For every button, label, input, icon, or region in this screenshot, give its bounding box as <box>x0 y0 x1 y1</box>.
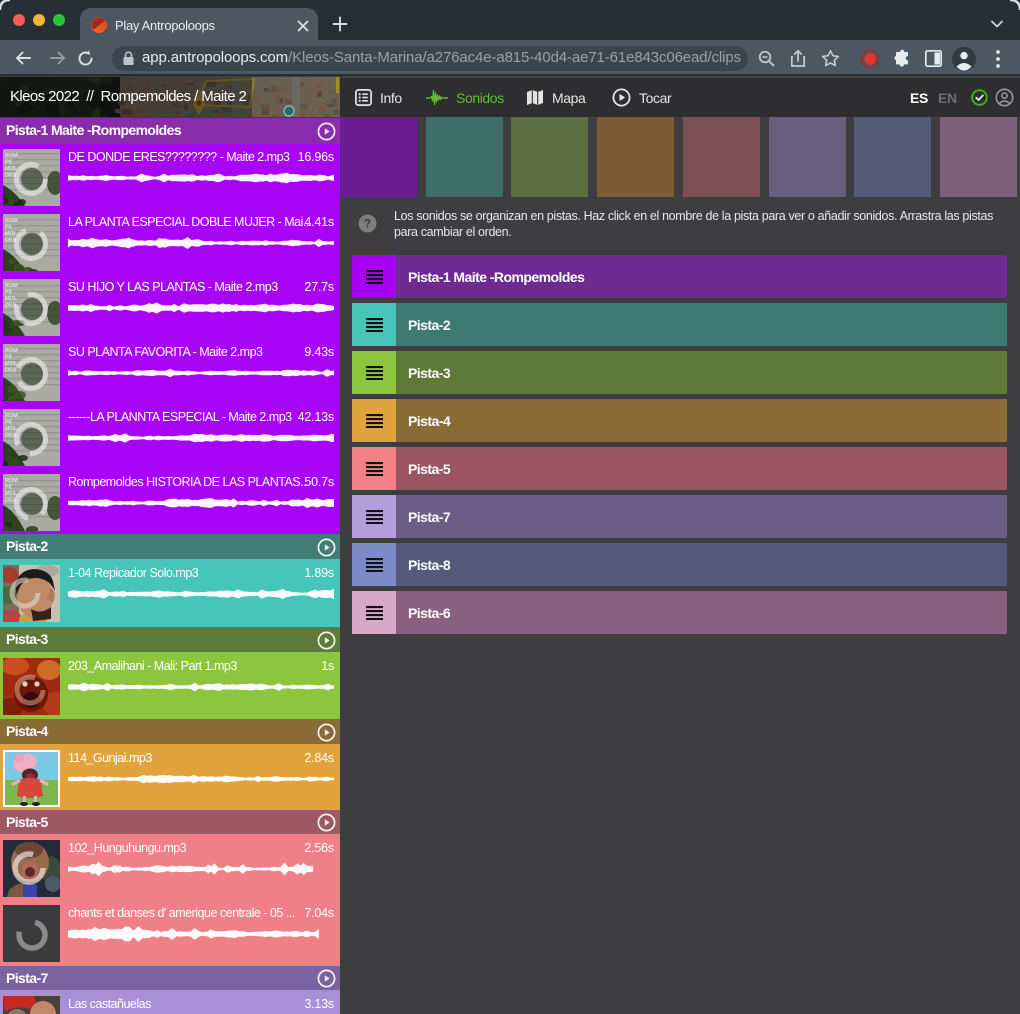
svg-text:DES: DES <box>5 368 17 374</box>
svg-text:ROM: ROM <box>5 478 18 484</box>
svg-text:PE: PE <box>5 225 13 231</box>
svg-text:PE: PE <box>5 290 13 296</box>
svg-text:PE: PE <box>5 160 13 166</box>
svg-text:?: ? <box>364 217 371 231</box>
svg-text:PE: PE <box>5 355 13 361</box>
svg-text:ROM: ROM <box>5 348 18 354</box>
svg-text:MOL: MOL <box>5 296 18 302</box>
svg-text:PE: PE <box>5 485 13 491</box>
svg-text:PE: PE <box>5 420 13 426</box>
svg-text:ROM: ROM <box>5 153 18 159</box>
svg-text:ROM: ROM <box>5 283 18 289</box>
svg-text:ROM: ROM <box>5 413 18 419</box>
svg-text:ROM: ROM <box>5 218 18 224</box>
svg-text:MOL: MOL <box>5 231 18 237</box>
svg-text:MOL: MOL <box>5 361 18 367</box>
